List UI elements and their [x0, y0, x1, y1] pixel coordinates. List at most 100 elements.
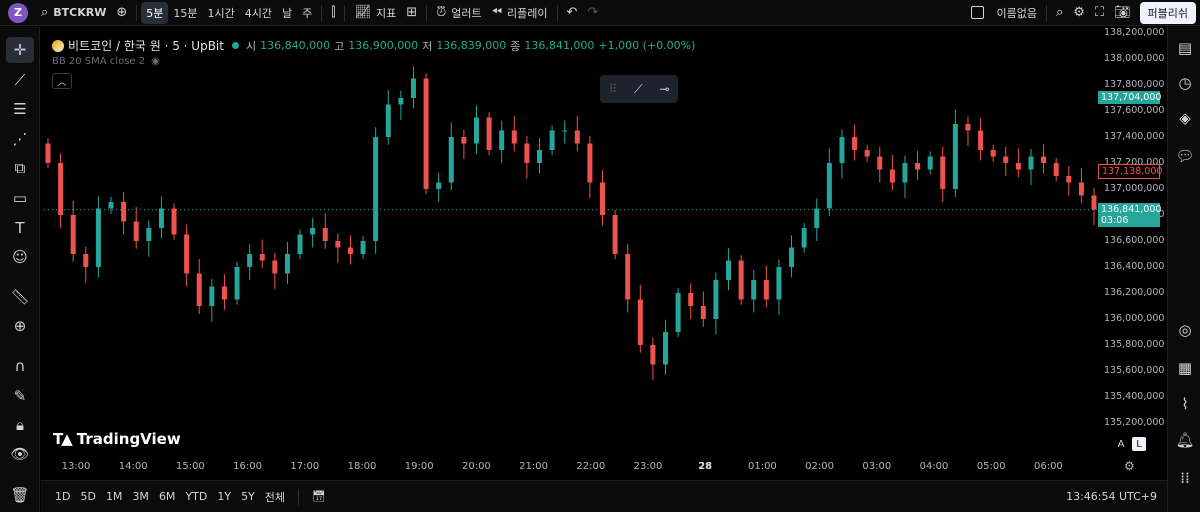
candle — [158, 196, 164, 239]
time-tick-label: 18:00 — [347, 461, 377, 472]
time-tick-label: 05:00 — [976, 461, 1006, 472]
candle — [952, 109, 958, 197]
eye-off-icon[interactable]: ◉ — [151, 56, 160, 67]
time-tick-label: 02:00 — [805, 461, 835, 472]
candle — [58, 153, 64, 228]
range-all[interactable]: 전체 — [260, 489, 290, 505]
price-tick-label: 136,400,000 — [1104, 261, 1165, 272]
price-badge-high: 137,704,000 — [1098, 91, 1161, 104]
time-tick-label: 06:00 — [1033, 461, 1063, 472]
range-ytd[interactable]: YTD — [180, 490, 212, 503]
floating-drawing-toolbar[interactable]: ⠿ ⟋ ⊸ — [600, 75, 678, 103]
candle — [965, 116, 971, 147]
candle — [70, 200, 76, 262]
price-tick-label: 137,800,000 — [1104, 79, 1165, 90]
candle — [95, 196, 101, 278]
symbol-title[interactable]: 비트코인 / 한국 원 · 5 · UpBit — [68, 37, 224, 54]
price-tick-label: 137,000,000 — [1104, 183, 1165, 194]
candle — [1066, 166, 1072, 196]
candle — [852, 124, 858, 161]
candle — [889, 154, 895, 191]
candle — [990, 144, 996, 162]
candle — [108, 196, 114, 214]
low-label: 저 — [422, 39, 433, 53]
candle — [461, 129, 467, 160]
trendline-icon[interactable]: ⟋ — [634, 82, 642, 97]
range-5y[interactable]: 5Y — [236, 490, 260, 503]
candle — [1091, 187, 1097, 226]
candle — [410, 66, 416, 109]
price-tick-label: 137,400,000 — [1104, 131, 1165, 142]
price-tick-label: 135,600,000 — [1104, 365, 1165, 376]
candle — [436, 172, 442, 202]
price-tick-label: 136,000,000 — [1104, 313, 1165, 324]
candle — [738, 255, 744, 305]
candle — [864, 144, 870, 162]
price-tick-label: 136,200,000 — [1104, 287, 1165, 298]
range-3m[interactable]: 3M — [127, 490, 154, 503]
candle — [1015, 148, 1021, 178]
price-tick-label: 138,000,000 — [1104, 53, 1165, 64]
candle — [915, 150, 921, 180]
candle — [839, 129, 845, 179]
indicator-legend[interactable]: BB 20 SMA close 2 ◉ — [52, 56, 160, 67]
candle — [121, 192, 127, 235]
candle — [423, 73, 429, 195]
horizontal-ray-icon[interactable]: ⊸ — [659, 82, 669, 96]
candle — [373, 127, 379, 254]
chart-legend: 비트코인 / 한국 원 · 5 · UpBit 시 136,840,000 고 13… — [52, 37, 695, 54]
candle — [713, 272, 719, 335]
drag-handle-icon[interactable]: ⠿ — [608, 82, 617, 96]
candle — [1041, 144, 1047, 174]
candle — [297, 229, 303, 260]
high-label: 고 — [334, 39, 345, 53]
candle — [826, 148, 832, 217]
candle — [902, 155, 908, 199]
candle — [637, 284, 643, 353]
candle — [726, 248, 732, 291]
collapse-legend-button[interactable]: ︿ — [52, 73, 72, 89]
candle — [247, 244, 253, 280]
candle — [1053, 157, 1059, 182]
candle — [473, 105, 479, 154]
close-value: 136,841,000 — [524, 39, 595, 52]
candle — [45, 138, 51, 169]
candle — [524, 135, 530, 179]
gear-icon: ⚙ — [1124, 459, 1135, 473]
time-tick-label: 15:00 — [175, 461, 205, 472]
price-tick-label: 137,600,000 — [1104, 105, 1165, 116]
range-6m[interactable]: 6M — [154, 490, 181, 503]
auto-scale-toggle[interactable]: A — [1114, 437, 1128, 451]
range-5d[interactable]: 5D — [75, 490, 100, 503]
candle — [284, 241, 290, 284]
candle — [347, 235, 353, 265]
last-price-value: 136,841,000 — [1101, 204, 1162, 215]
price-tick-label: 135,200,000 — [1104, 417, 1165, 428]
time-tick-label: 16:00 — [233, 461, 263, 472]
tradingview-watermark: T▲ TradingView — [53, 430, 181, 448]
range-1m[interactable]: 1M — [101, 490, 128, 503]
log-scale-toggle[interactable]: L — [1132, 437, 1146, 451]
candle — [234, 261, 240, 305]
candle — [310, 218, 316, 248]
candle — [877, 146, 883, 183]
goto-date-button[interactable]: 📅︎ — [307, 490, 331, 503]
candle — [196, 258, 202, 314]
range-1y[interactable]: 1Y — [212, 490, 236, 503]
candle — [1003, 146, 1009, 176]
price-badge-last: 136,841,000 03:06 — [1098, 203, 1162, 227]
candle — [486, 112, 492, 156]
candle — [688, 283, 694, 319]
candle — [335, 233, 341, 264]
candle — [789, 235, 795, 278]
time-tick-label: 23:00 — [633, 461, 663, 472]
price-badge-mid: 137,138,000 — [1098, 164, 1162, 179]
clock-readout[interactable]: 13:46:54 UTC+9 — [1066, 490, 1157, 503]
candle — [146, 220, 152, 257]
candle — [385, 89, 391, 145]
open-label: 시 — [245, 39, 257, 53]
scale-settings-button[interactable]: ⚙ — [1124, 459, 1135, 473]
low-value: 136,839,000 — [436, 39, 507, 52]
time-tick-label: 20:00 — [461, 461, 491, 472]
range-1d[interactable]: 1D — [50, 490, 75, 503]
